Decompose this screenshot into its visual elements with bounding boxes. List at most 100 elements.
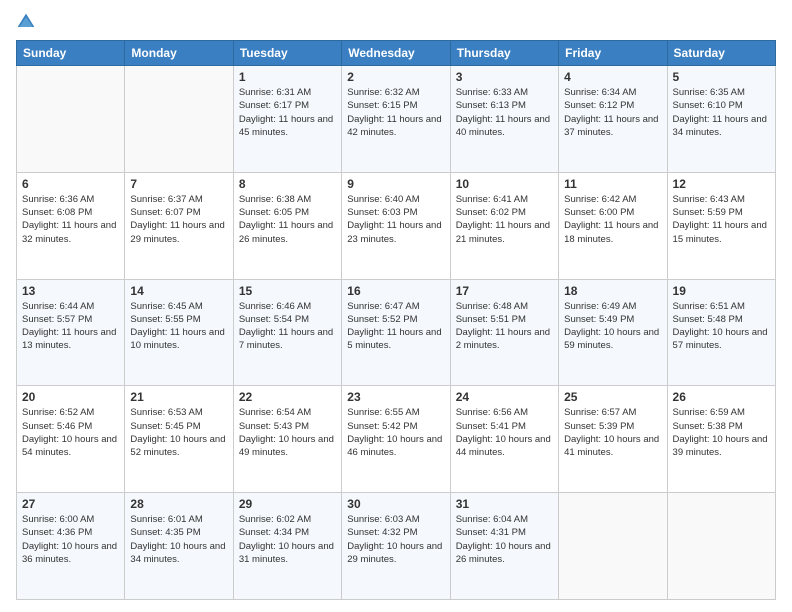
day-info: Sunrise: 6:41 AMSunset: 6:02 PMDaylight:…	[456, 193, 553, 246]
day-number: 12	[673, 177, 770, 191]
calendar-week-3: 13Sunrise: 6:44 AMSunset: 5:57 PMDayligh…	[17, 279, 776, 386]
day-number: 27	[22, 497, 119, 511]
calendar-cell	[125, 66, 233, 173]
calendar-cell: 11 Sunrise: 6:42 AMSunset: 6:00 PMDayligh…	[559, 172, 667, 279]
weekday-header-tuesday: Tuesday	[233, 41, 341, 66]
calendar-week-2: 6 Sunrise: 6:36 AMSunset: 6:08 PMDaylight…	[17, 172, 776, 279]
calendar-cell: 16 Sunrise: 6:47 AMSunset: 5:52 PMDayligh…	[342, 279, 450, 386]
day-info: Sunrise: 6:03 AMSunset: 4:32 PMDaylight:…	[347, 513, 444, 566]
day-number: 23	[347, 390, 444, 404]
day-number: 11	[564, 177, 661, 191]
logo	[16, 12, 40, 32]
calendar-header: SundayMondayTuesdayWednesdayThursdayFrid…	[17, 41, 776, 66]
day-info: Sunrise: 6:31 AMSunset: 6:17 PMDaylight:…	[239, 86, 336, 139]
day-info: Sunrise: 6:36 AMSunset: 6:08 PMDaylight:…	[22, 193, 119, 246]
calendar-cell: 2 Sunrise: 6:32 AMSunset: 6:15 PMDaylight…	[342, 66, 450, 173]
calendar-cell: 12 Sunrise: 6:43 AMSunset: 5:59 PMDayligh…	[667, 172, 775, 279]
calendar-cell: 5 Sunrise: 6:35 AMSunset: 6:10 PMDaylight…	[667, 66, 775, 173]
calendar-week-4: 20 Sunrise: 6:52 AMSunset: 5:46 PMDayligh…	[17, 386, 776, 493]
day-info: Sunrise: 6:47 AMSunset: 5:52 PMDaylight:…	[347, 300, 444, 353]
weekday-header-sunday: Sunday	[17, 41, 125, 66]
day-number: 21	[130, 390, 227, 404]
day-number: 7	[130, 177, 227, 191]
calendar-cell: 22Sunrise: 6:54 AMSunset: 5:43 PMDayligh…	[233, 386, 341, 493]
day-number: 8	[239, 177, 336, 191]
day-info: Sunrise: 6:59 AMSunset: 5:38 PMDaylight:…	[673, 406, 770, 459]
day-info: Sunrise: 6:34 AMSunset: 6:12 PMDaylight:…	[564, 86, 661, 139]
day-info: Sunrise: 6:33 AMSunset: 6:13 PMDaylight:…	[456, 86, 553, 139]
day-info: Sunrise: 6:48 AMSunset: 5:51 PMDaylight:…	[456, 300, 553, 353]
header	[16, 12, 776, 32]
day-number: 24	[456, 390, 553, 404]
calendar-cell	[17, 66, 125, 173]
day-info: Sunrise: 6:57 AMSunset: 5:39 PMDaylight:…	[564, 406, 661, 459]
day-info: Sunrise: 6:37 AMSunset: 6:07 PMDaylight:…	[130, 193, 227, 246]
calendar-cell: 3Sunrise: 6:33 AMSunset: 6:13 PMDaylight…	[450, 66, 558, 173]
day-info: Sunrise: 6:54 AMSunset: 5:43 PMDaylight:…	[239, 406, 336, 459]
day-info: Sunrise: 6:42 AMSunset: 6:00 PMDaylight:…	[564, 193, 661, 246]
calendar-cell: 15Sunrise: 6:46 AMSunset: 5:54 PMDayligh…	[233, 279, 341, 386]
calendar-cell: 19Sunrise: 6:51 AMSunset: 5:48 PMDayligh…	[667, 279, 775, 386]
day-number: 29	[239, 497, 336, 511]
calendar-body: 1Sunrise: 6:31 AMSunset: 6:17 PMDaylight…	[17, 66, 776, 600]
weekday-header-thursday: Thursday	[450, 41, 558, 66]
logo-icon	[16, 12, 36, 32]
day-info: Sunrise: 6:45 AMSunset: 5:55 PMDaylight:…	[130, 300, 227, 353]
day-number: 10	[456, 177, 553, 191]
day-info: Sunrise: 6:04 AMSunset: 4:31 PMDaylight:…	[456, 513, 553, 566]
day-number: 25	[564, 390, 661, 404]
day-number: 30	[347, 497, 444, 511]
day-number: 31	[456, 497, 553, 511]
day-number: 26	[673, 390, 770, 404]
day-info: Sunrise: 6:53 AMSunset: 5:45 PMDaylight:…	[130, 406, 227, 459]
day-info: Sunrise: 6:02 AMSunset: 4:34 PMDaylight:…	[239, 513, 336, 566]
calendar-cell: 17Sunrise: 6:48 AMSunset: 5:51 PMDayligh…	[450, 279, 558, 386]
day-number: 6	[22, 177, 119, 191]
page: SundayMondayTuesdayWednesdayThursdayFrid…	[0, 0, 792, 612]
day-info: Sunrise: 6:44 AMSunset: 5:57 PMDaylight:…	[22, 300, 119, 353]
day-info: Sunrise: 6:35 AMSunset: 6:10 PMDaylight:…	[673, 86, 770, 139]
day-info: Sunrise: 6:40 AMSunset: 6:03 PMDaylight:…	[347, 193, 444, 246]
day-number: 20	[22, 390, 119, 404]
day-number: 5	[673, 70, 770, 84]
day-info: Sunrise: 6:43 AMSunset: 5:59 PMDaylight:…	[673, 193, 770, 246]
calendar-cell	[559, 493, 667, 600]
day-number: 18	[564, 284, 661, 298]
calendar-cell: 4Sunrise: 6:34 AMSunset: 6:12 PMDaylight…	[559, 66, 667, 173]
day-info: Sunrise: 6:56 AMSunset: 5:41 PMDaylight:…	[456, 406, 553, 459]
day-info: Sunrise: 6:49 AMSunset: 5:49 PMDaylight:…	[564, 300, 661, 353]
calendar-table: SundayMondayTuesdayWednesdayThursdayFrid…	[16, 40, 776, 600]
day-info: Sunrise: 6:00 AMSunset: 4:36 PMDaylight:…	[22, 513, 119, 566]
calendar-cell: 27 Sunrise: 6:00 AMSunset: 4:36 PMDayligh…	[17, 493, 125, 600]
day-info: Sunrise: 6:38 AMSunset: 6:05 PMDaylight:…	[239, 193, 336, 246]
calendar-cell: 21 Sunrise: 6:53 AMSunset: 5:45 PMDayligh…	[125, 386, 233, 493]
day-number: 16	[347, 284, 444, 298]
calendar-cell: 9 Sunrise: 6:40 AMSunset: 6:03 PMDaylight…	[342, 172, 450, 279]
calendar-cell: 10 Sunrise: 6:41 AMSunset: 6:02 PMDayligh…	[450, 172, 558, 279]
day-info: Sunrise: 6:01 AMSunset: 4:35 PMDaylight:…	[130, 513, 227, 566]
calendar-cell: 29 Sunrise: 6:02 AMSunset: 4:34 PMDayligh…	[233, 493, 341, 600]
weekday-header-monday: Monday	[125, 41, 233, 66]
weekday-row: SundayMondayTuesdayWednesdayThursdayFrid…	[17, 41, 776, 66]
calendar-cell	[667, 493, 775, 600]
calendar-cell: 25 Sunrise: 6:57 AMSunset: 5:39 PMDayligh…	[559, 386, 667, 493]
day-info: Sunrise: 6:46 AMSunset: 5:54 PMDaylight:…	[239, 300, 336, 353]
calendar-cell: 8 Sunrise: 6:38 AMSunset: 6:05 PMDaylight…	[233, 172, 341, 279]
calendar-cell: 30 Sunrise: 6:03 AMSunset: 4:32 PMDayligh…	[342, 493, 450, 600]
calendar-cell: 6 Sunrise: 6:36 AMSunset: 6:08 PMDaylight…	[17, 172, 125, 279]
day-number: 9	[347, 177, 444, 191]
calendar-cell: 1Sunrise: 6:31 AMSunset: 6:17 PMDaylight…	[233, 66, 341, 173]
calendar-cell: 28 Sunrise: 6:01 AMSunset: 4:35 PMDayligh…	[125, 493, 233, 600]
day-info: Sunrise: 6:51 AMSunset: 5:48 PMDaylight:…	[673, 300, 770, 353]
calendar-cell: 23 Sunrise: 6:55 AMSunset: 5:42 PMDayligh…	[342, 386, 450, 493]
day-info: Sunrise: 6:55 AMSunset: 5:42 PMDaylight:…	[347, 406, 444, 459]
day-number: 2	[347, 70, 444, 84]
calendar-cell: 24 Sunrise: 6:56 AMSunset: 5:41 PMDayligh…	[450, 386, 558, 493]
weekday-header-friday: Friday	[559, 41, 667, 66]
calendar-cell: 18 Sunrise: 6:49 AMSunset: 5:49 PMDayligh…	[559, 279, 667, 386]
day-number: 28	[130, 497, 227, 511]
calendar-cell: 13Sunrise: 6:44 AMSunset: 5:57 PMDayligh…	[17, 279, 125, 386]
day-info: Sunrise: 6:32 AMSunset: 6:15 PMDaylight:…	[347, 86, 444, 139]
day-info: Sunrise: 6:52 AMSunset: 5:46 PMDaylight:…	[22, 406, 119, 459]
calendar-cell: 14Sunrise: 6:45 AMSunset: 5:55 PMDayligh…	[125, 279, 233, 386]
